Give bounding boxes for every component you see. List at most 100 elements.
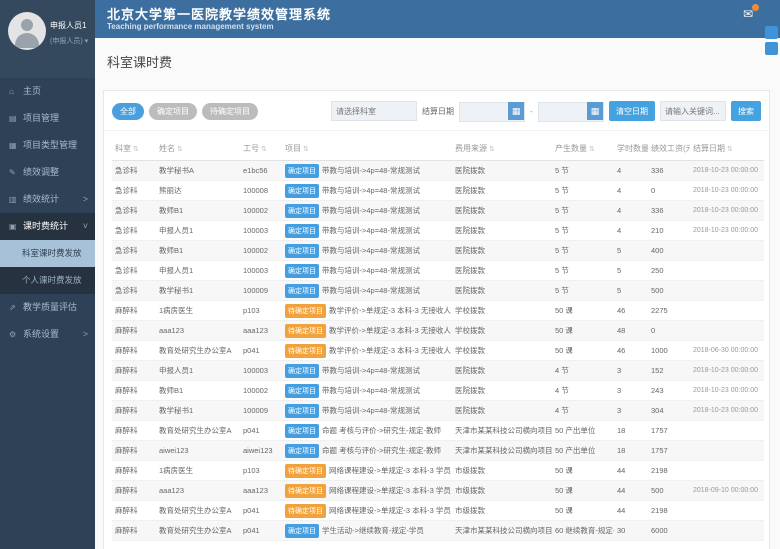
column-header[interactable]: 学时数量⇅	[614, 137, 648, 161]
sidebar-item-home[interactable]: ⌂主页	[0, 78, 95, 105]
cell-salary: 1000	[648, 341, 690, 361]
sort-icon[interactable]: ⇅	[261, 146, 267, 153]
calendar-icon[interactable]: ▦	[508, 102, 524, 120]
project-status-badge: 确定项目	[285, 244, 319, 258]
cell-name: aiwei123	[156, 441, 240, 461]
table-row: 急诊科教学秘书1100009确定项目带教与培训->4p=48-常规测试医院拨款5…	[112, 281, 764, 301]
project-status-badge: 确定项目	[285, 284, 319, 298]
filter-pill-1[interactable]: 确定项目	[149, 103, 197, 120]
sidebar-item-project-management[interactable]: ▤项目管理	[0, 105, 95, 132]
cell-quantity: 5 节	[552, 281, 614, 301]
project-status-badge: 待确定项目	[285, 504, 326, 518]
project-status-badge: 确定项目	[285, 224, 319, 238]
project-status-badge: 待确定项目	[285, 344, 326, 358]
cell-name: 教师B1	[156, 381, 240, 401]
user-role-dropdown[interactable]: (申报人员) ▾	[50, 36, 88, 46]
cell-fee-source: 学校拨款	[452, 341, 552, 361]
clear-date-button[interactable]: 清空日期	[609, 101, 655, 121]
notification-badge	[752, 4, 759, 11]
sort-icon[interactable]: ⇅	[489, 146, 495, 153]
sidebar-item-system-settings[interactable]: ⚙系统设置˃	[0, 321, 95, 348]
column-header[interactable]: 工号⇅	[240, 137, 282, 161]
side-widget-bottom-icon[interactable]	[765, 42, 778, 55]
cell-name: aaa123	[156, 321, 240, 341]
cell-salary: 250	[648, 261, 690, 281]
page-title: 科室课时费	[107, 52, 172, 71]
cell-project: 待确定项目教学评价->单规定-3 本科-3 无接收人	[282, 341, 452, 361]
column-header[interactable]: 绩效工资(元)⇅	[648, 137, 690, 161]
search-button[interactable]: 搜索	[731, 101, 761, 121]
sort-icon[interactable]: ⇅	[727, 146, 733, 153]
sort-icon[interactable]: ⇅	[589, 146, 595, 153]
cell-project: 确定项目带教与培训->4p=48-常规测试	[282, 181, 452, 201]
cell-hours: 3	[614, 381, 648, 401]
table-row: 麻醉科教育处研究生办公室Ap041确定项目学生活动->继续教育-规定-学员天津市…	[112, 521, 764, 541]
project-name: 网络课程建设->单规定-3 本科-3 学员	[329, 485, 451, 494]
cell-settle-date	[690, 241, 764, 261]
cell-settle-date: 2018-10-23 00:00:00	[690, 161, 764, 181]
filter-pill-2[interactable]: 待确定项目	[202, 103, 258, 120]
toolbar: 全部确定项目待确定项目 结算日期 ▦ - ▦ 清空日期 搜索	[104, 91, 769, 131]
column-header[interactable]: 结算日期⇅	[690, 137, 764, 161]
cell-settle-date	[690, 521, 764, 541]
calendar-icon[interactable]: ▦	[587, 102, 603, 120]
cell-fee-source: 学校拨款	[452, 301, 552, 321]
cell-salary: 304	[648, 401, 690, 421]
cell-name: 教学秘书1	[156, 281, 240, 301]
column-header[interactable]: 产生数量⇅	[552, 137, 614, 161]
cell-department: 急诊科	[112, 281, 156, 301]
project-management-icon: ▤	[9, 105, 20, 132]
sidebar-item-performance-statistics[interactable]: ▥绩效统计˃	[0, 186, 95, 213]
sidebar-item-class-fee-statistics[interactable]: ▣课时费统计˅	[0, 213, 95, 240]
cell-fee-source: 医院拨款	[452, 201, 552, 221]
department-select-input[interactable]	[331, 101, 417, 121]
sort-icon[interactable]: ⇅	[133, 146, 139, 153]
filter-pill-0[interactable]: 全部	[112, 103, 144, 120]
cell-name: 教学秘书A	[156, 161, 240, 181]
cell-fee-source: 医院拨款	[452, 281, 552, 301]
cell-department: 麻醉科	[112, 341, 156, 361]
cell-employee-id: p041	[240, 341, 282, 361]
cell-department: 麻醉科	[112, 481, 156, 501]
sidebar-item-label: 项目类型管理	[23, 140, 77, 150]
cell-project: 待确定项目网络课程建设->单规定-3 本科-3 学员	[282, 461, 452, 481]
cell-hours: 46	[614, 341, 648, 361]
cell-settle-date	[690, 261, 764, 281]
date-range-label: 结算日期	[422, 106, 454, 117]
column-header[interactable]: 科室⇅	[112, 137, 156, 161]
date-separator: -	[530, 107, 533, 116]
sort-icon[interactable]: ⇅	[177, 146, 183, 153]
cell-quantity: 50 产出单位	[552, 421, 614, 441]
cell-fee-source: 学校拨款	[452, 321, 552, 341]
cell-salary: 210	[648, 221, 690, 241]
project-status-badge: 确定项目	[285, 264, 319, 278]
cell-quantity: 50 课	[552, 481, 614, 501]
sidebar-subitem-personal-class-fee[interactable]: 个人课时费发放	[0, 267, 95, 294]
keyword-search-input[interactable]	[660, 101, 726, 121]
sidebar-menu: ⌂主页▤项目管理▦项目类型管理✎绩效调整▥绩效统计˃▣课时费统计˅科室课时费发放…	[0, 78, 95, 348]
table-header-row: 科室⇅姓名⇅工号⇅项目⇅费用来源⇅产生数量⇅学时数量⇅绩效工资(元)⇅结算日期⇅	[112, 137, 764, 161]
notification-icon[interactable]: ✉	[740, 6, 756, 22]
column-header[interactable]: 费用来源⇅	[452, 137, 552, 161]
cell-salary: 2198	[648, 461, 690, 481]
column-header[interactable]: 项目⇅	[282, 137, 452, 161]
cell-name: 1病房医生	[156, 461, 240, 481]
sidebar-subitem-dept-class-fee[interactable]: 科室课时费发放	[0, 240, 95, 267]
column-header[interactable]: 姓名⇅	[156, 137, 240, 161]
sort-icon[interactable]: ⇅	[303, 146, 309, 153]
table-row: 麻醉科1病房医生p103待确定项目网络课程建设->单规定-3 本科-3 学员市级…	[112, 461, 764, 481]
cell-quantity: 5 节	[552, 201, 614, 221]
cell-project: 待确定项目网络课程建设->单规定-3 本科-3 学员	[282, 481, 452, 501]
cell-quantity: 50 课	[552, 501, 614, 521]
sidebar-item-teaching-quality-evaluation[interactable]: ⇗教学质量评估	[0, 294, 95, 321]
sidebar-item-performance-adjustment[interactable]: ✎绩效调整	[0, 159, 95, 186]
cell-quantity: 50 课	[552, 461, 614, 481]
cell-fee-source: 天津市某某科技公司横向项目	[452, 421, 552, 441]
cell-employee-id: 100003	[240, 221, 282, 241]
cell-hours: 30	[614, 521, 648, 541]
project-status-badge: 确定项目	[285, 384, 319, 398]
cell-salary: 336	[648, 161, 690, 181]
sidebar-item-project-type-management[interactable]: ▦项目类型管理	[0, 132, 95, 159]
cell-settle-date: 2018-10-23 00:00:00	[690, 221, 764, 241]
side-widget-top-icon[interactable]	[765, 26, 778, 39]
